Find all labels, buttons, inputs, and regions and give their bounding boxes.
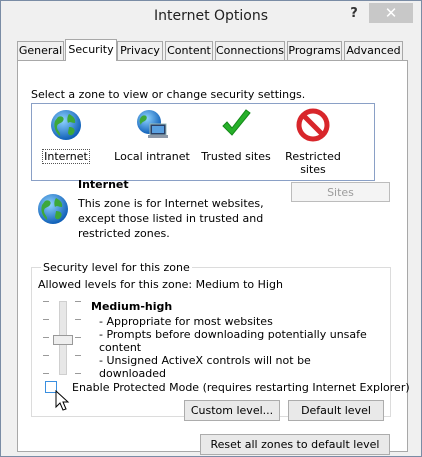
security-level-description: - Appropriate for most websites - Prompt… [99, 315, 379, 380]
help-button[interactable]: ? [343, 6, 365, 24]
sites-button[interactable]: Sites [291, 182, 390, 202]
slider-tick [75, 373, 81, 374]
no-entry-icon [296, 108, 330, 142]
slider-tick [75, 337, 81, 338]
reset-all-zones-button[interactable]: Reset all zones to default level [200, 434, 390, 455]
tab-general[interactable]: General [17, 41, 64, 60]
tab-strip: General Security Privacy Content Connect… [17, 39, 407, 61]
globe-icon [36, 192, 70, 226]
security-level-group-label: Security level for this zone [41, 261, 192, 274]
zone-internet[interactable]: Internet [38, 108, 94, 164]
tab-advanced[interactable]: Advanced [344, 41, 403, 60]
slider-tick [43, 337, 49, 338]
zone-list: Internet Local intranet Trusted sites Re… [31, 103, 375, 181]
zone-local-intranet[interactable]: Local intranet [112, 108, 192, 163]
zone-restricted-sites-label: Restricted sites [282, 150, 344, 176]
slider-tick [75, 319, 81, 320]
local-intranet-icon [135, 108, 169, 142]
title-bar: Internet Options ? ✕ [1, 1, 421, 33]
level-bullet: - Unsigned ActiveX controls will not be … [99, 354, 311, 380]
tab-security[interactable]: Security [65, 39, 117, 61]
zone-internet-label: Internet [42, 149, 90, 164]
zone-trusted-sites-label: Trusted sites [201, 150, 271, 163]
zone-instruction: Select a zone to view or change security… [31, 88, 306, 101]
globe-icon [49, 108, 83, 142]
slider-tick [43, 301, 49, 302]
checkmark-icon [219, 108, 253, 142]
tab-privacy[interactable]: Privacy [117, 41, 163, 60]
tab-content[interactable]: Content [165, 41, 213, 60]
internet-options-window: Internet Options ? ✕ General Security Pr… [0, 0, 422, 457]
security-level-slider-thumb[interactable] [53, 335, 73, 345]
tab-connections[interactable]: Connections [215, 41, 285, 60]
zone-local-intranet-label: Local intranet [114, 150, 190, 163]
level-bullet: - Appropriate for most websites [99, 315, 273, 328]
zone-restricted-label-line2: sites [300, 163, 326, 176]
zone-detail-description: This zone is for Internet websites, exce… [78, 197, 264, 240]
security-level-name: Medium-high [91, 300, 173, 313]
security-level-group: Security level for this zone Allowed lev… [31, 261, 391, 417]
default-level-button[interactable]: Default level [288, 400, 384, 421]
protected-mode-label[interactable]: Enable Protected Mode (requires restarti… [72, 381, 410, 394]
slider-tick [75, 301, 81, 302]
zone-detail-name: Internet [78, 178, 129, 191]
custom-level-button[interactable]: Custom level... [184, 400, 280, 421]
level-bullet: - Prompts before downloading potentially… [99, 328, 367, 354]
zone-restricted-label-line1: Restricted [285, 150, 341, 163]
slider-tick [43, 319, 49, 320]
tab-programs[interactable]: Programs [287, 41, 342, 60]
zone-restricted-sites[interactable]: Restricted sites [282, 108, 344, 176]
security-panel: Select a zone to view or change security… [17, 60, 410, 455]
slider-tick [43, 355, 49, 356]
slider-tick [75, 355, 81, 356]
slider-tick [43, 373, 49, 374]
mouse-cursor-icon [55, 389, 71, 412]
zone-trusted-sites[interactable]: Trusted sites [198, 108, 274, 163]
close-button[interactable]: ✕ [369, 3, 413, 23]
allowed-levels-text: Allowed levels for this zone: Medium to … [38, 278, 283, 291]
